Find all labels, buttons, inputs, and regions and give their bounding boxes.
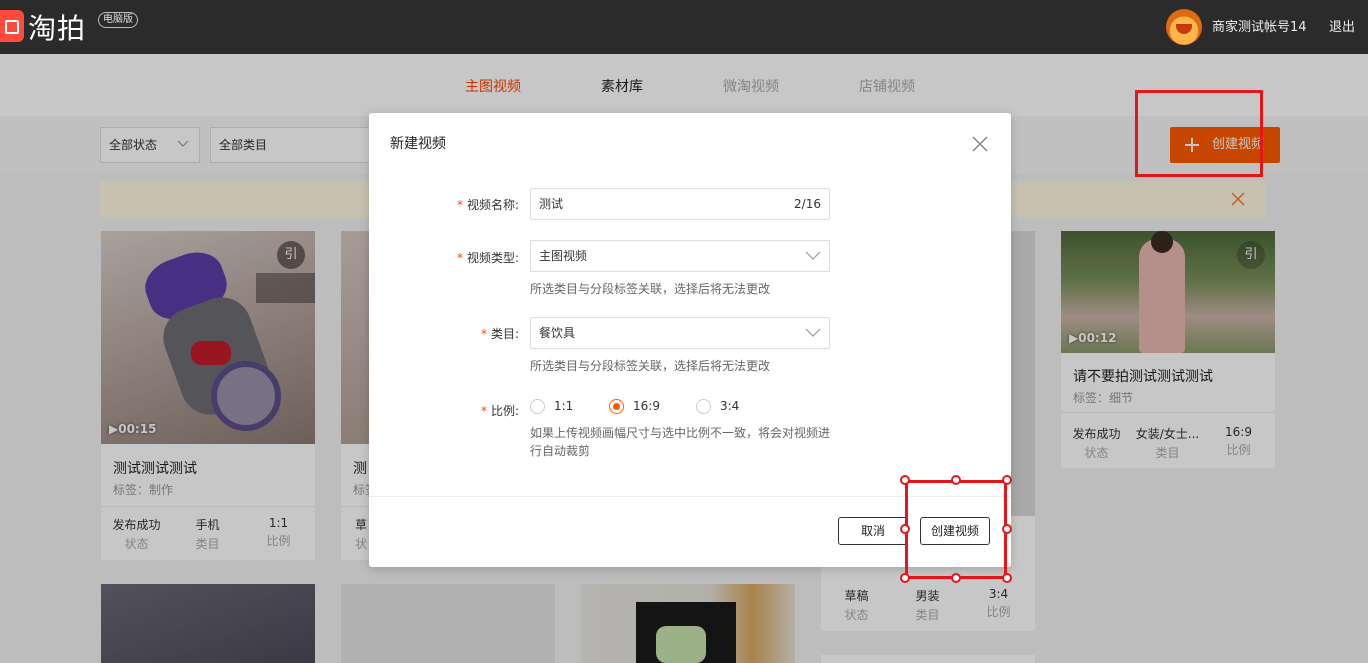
highlight-annotation [905,480,1007,579]
video-type-select[interactable]: 主图视频 [530,240,830,272]
resize-handle [1002,524,1012,534]
category-value: 餐饮具 [539,326,576,340]
resize-handle [951,573,961,583]
video-name-input[interactable]: 测试 2/16 [530,188,830,220]
user-name[interactable]: 商家测试帐号14 [1212,16,1307,35]
video-type-label: * 视频类型: [456,251,519,265]
video-type-value: 主图视频 [539,249,588,263]
resize-handle [1002,573,1012,583]
ratio-option-label: 3:4 [720,399,740,413]
chevron-down-icon [805,251,821,260]
resize-handle [900,573,910,583]
cancel-button[interactable]: 取消 [838,517,908,545]
resize-handle [900,524,910,534]
taopai-logo-icon[interactable] [0,10,24,42]
video-name-value: 测试 [539,197,564,211]
highlight-annotation [1135,90,1263,177]
ratio-option-label: 1:1 [554,399,574,413]
radio-circle [696,399,711,414]
user-avatar[interactable] [1166,9,1202,45]
dialog-title: 新建视频 [390,136,446,152]
logo-text[interactable]: 淘拍 [28,7,86,47]
resize-handle [951,475,961,485]
resize-handle [900,475,910,485]
ratio-hint-line: 如果上传视频画幅尺寸与选中比例不一致，将会对视频进 [530,426,831,440]
video-type-hint: 所选类目与分段标签关联，选择后将无法更改 [530,282,771,296]
resize-handle [1002,475,1012,485]
logout-link[interactable]: 退出 [1329,16,1355,35]
radio-circle [609,399,624,414]
ratio-hint: 如果上传视频画幅尺寸与选中比例不一致，将会对视频进 行自动裁剪 [530,424,830,460]
ratio-hint-line: 行自动裁剪 [530,444,591,458]
category-hint: 所选类目与分段标签关联，选择后将无法更改 [530,359,771,373]
top-bar: 淘拍 电脑版 商家测试帐号14 退出 [0,0,1368,54]
radio-circle [530,399,545,414]
chevron-down-icon [805,328,821,337]
pc-version-badge: 电脑版 [98,12,138,28]
char-counter: 2/16 [794,197,821,211]
close-icon[interactable] [971,135,989,153]
category-select[interactable]: 餐饮具 [530,317,830,349]
category-label: * 类目: [480,327,519,341]
ratio-label: * 比例: [480,404,519,418]
ratio-option-label: 16:9 [633,399,660,413]
video-name-label: * 视频名称: [456,198,519,212]
